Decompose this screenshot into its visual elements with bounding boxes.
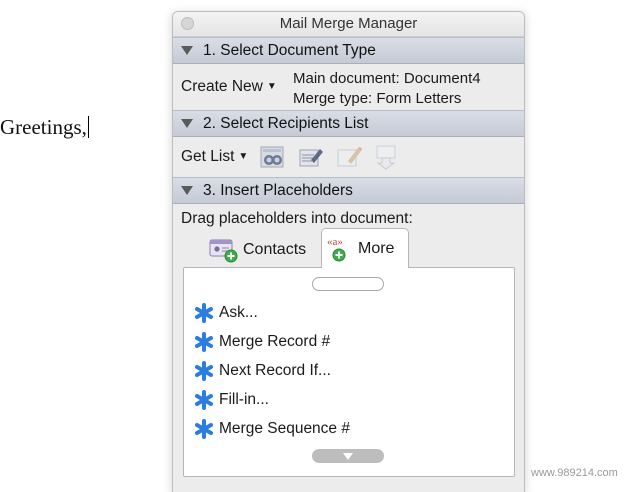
list-item-next-record-if[interactable]: Next Record If...	[193, 359, 331, 383]
asterisk-icon	[195, 332, 213, 352]
asterisk-icon	[195, 303, 213, 323]
list-item-fill-in[interactable]: Fill-in...	[193, 388, 269, 412]
asterisk-icon	[195, 361, 213, 381]
list-item-label: Merge Sequence #	[219, 420, 350, 437]
document-info: Main document: Document4 Merge type: For…	[293, 69, 481, 109]
chevron-down-icon	[343, 453, 353, 460]
more-placeholder-icon: «a»	[327, 236, 346, 261]
create-new-label: Create New	[181, 78, 263, 95]
window-titlebar[interactable]: Mail Merge Manager	[173, 12, 524, 37]
list-item-merge-record[interactable]: Merge Record #	[193, 330, 330, 354]
contacts-icon	[209, 239, 238, 263]
recipients-section: Get List ▼	[173, 137, 524, 177]
asterisk-icon	[195, 419, 213, 439]
find-recipient-icon[interactable]	[260, 144, 286, 170]
edit-data-source-icon[interactable]	[336, 144, 363, 170]
close-button[interactable]	[181, 17, 194, 30]
disclosure-triangle-icon	[181, 186, 193, 195]
mail-merge-manager-window: Mail Merge Manager 1. Select Document Ty…	[172, 11, 525, 492]
section-title: 1. Select Document Type	[203, 42, 376, 59]
section-title: 2. Select Recipients List	[203, 115, 369, 132]
svg-text:«a»: «a»	[327, 236, 343, 248]
filter-recipients-icon[interactable]	[374, 144, 400, 170]
list-item-label: Fill-in...	[219, 391, 269, 408]
get-list-label: Get List	[181, 148, 235, 165]
disclosure-triangle-icon	[181, 119, 193, 128]
section-header-document-type[interactable]: 1. Select Document Type	[173, 37, 524, 64]
scroll-down-button[interactable]	[312, 449, 384, 463]
list-item-label: Ask...	[219, 304, 258, 321]
dropdown-arrow-icon: ▼	[266, 81, 277, 92]
list-item-ask[interactable]: Ask...	[193, 301, 258, 325]
section-header-placeholders[interactable]: 3. Insert Placeholders	[173, 177, 524, 204]
document-type-section: Create New ▼ Main document: Document4 Mer…	[173, 64, 524, 110]
list-item-label: Merge Record #	[219, 333, 331, 350]
watermark: www.989214.com	[531, 467, 618, 479]
list-item-merge-sequence[interactable]: Merge Sequence #	[193, 417, 350, 441]
document-body-text[interactable]: Greetings,	[0, 115, 89, 140]
placeholders-instruction: Drag placeholders into document:	[181, 210, 413, 227]
main-document-label: Main document: Document4	[293, 70, 481, 87]
section-header-recipients[interactable]: 2. Select Recipients List	[173, 110, 524, 137]
merge-type-label: Merge type: Form Letters	[293, 90, 462, 107]
tab-more-label: More	[358, 239, 395, 257]
section-title: 3. Insert Placeholders	[203, 182, 353, 199]
tab-contacts[interactable]: Contacts	[209, 234, 319, 266]
list-item-label: Next Record If...	[219, 362, 331, 379]
get-list-button[interactable]: Get List ▼	[181, 148, 248, 166]
placeholders-section: Drag placeholders into document: Contact…	[173, 204, 524, 492]
window-title: Mail Merge Manager	[279, 15, 418, 32]
tab-contacts-label: Contacts	[243, 241, 307, 258]
dropdown-arrow-icon: ▼	[238, 151, 249, 162]
create-new-button[interactable]: Create New ▼	[181, 78, 277, 96]
disclosure-triangle-icon	[181, 46, 193, 55]
placeholder-list[interactable]: Ask... Merge Record # Next Record If... …	[183, 267, 515, 477]
asterisk-icon	[195, 390, 213, 410]
scroll-up-button[interactable]	[312, 277, 384, 291]
text-cursor	[87, 116, 89, 138]
document-greeting: Greetings,	[0, 115, 87, 139]
tab-more[interactable]: «a» More	[321, 228, 409, 268]
edit-list-icon[interactable]	[298, 144, 324, 170]
